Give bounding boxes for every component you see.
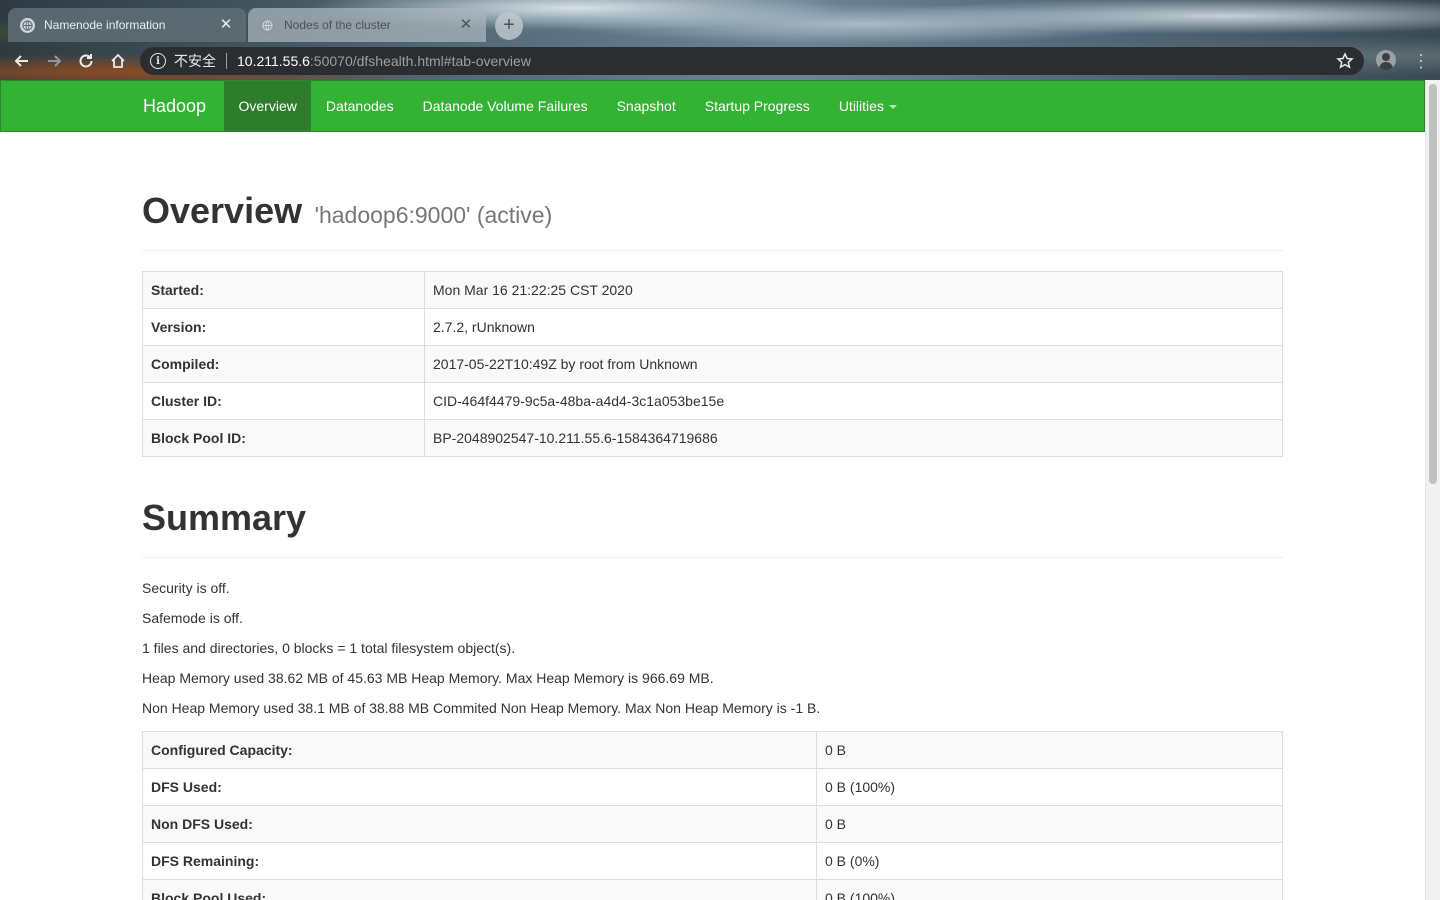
scrollbar-thumb[interactable] — [1429, 84, 1437, 484]
row-value: CID-464f4479-9c5a-48ba-a4d4-3c1a053be15e — [424, 382, 1283, 420]
url-path: :50070/dfshealth.html#tab-overview — [309, 53, 531, 69]
globe-icon — [260, 17, 275, 33]
nav-item-snapshot[interactable]: Snapshot — [602, 81, 690, 131]
nav-item-overview[interactable]: Overview — [224, 81, 312, 131]
table-row: Compiled: 2017-05-22T10:49Z by root from … — [142, 345, 1283, 383]
row-value: 0 B (100%) — [816, 879, 1283, 900]
table-row: Block Pool ID: BP-2048902547-10.211.55.6-… — [142, 419, 1283, 457]
browser-tab-nodes[interactable]: Nodes of the cluster ✕ — [248, 8, 486, 42]
row-label: Cluster ID: — [142, 382, 425, 420]
overview-table: Started: Mon Mar 16 21:22:25 CST 2020 Vers… — [142, 271, 1283, 457]
table-row: DFS Remaining: 0 B (0%) — [142, 842, 1283, 880]
reload-icon[interactable] — [75, 50, 97, 72]
page-title: Overview — [142, 190, 303, 231]
nav-item-utilities[interactable]: Utilities — [824, 81, 911, 131]
summary-line: 1 files and directories, 0 blocks = 1 to… — [142, 640, 516, 656]
browser-tab-namenode[interactable]: Namenode information ✕ — [8, 8, 246, 42]
top-navbar: Hadoop Overview Datanodes Datanode Volum… — [0, 80, 1425, 132]
table-row: Non DFS Used: 0 B — [142, 805, 1283, 843]
summary-lines: Security is off. Safemode is off. 1 files … — [142, 580, 1283, 730]
scrollbar[interactable] — [1425, 80, 1440, 900]
row-value: 2.7.2, rUnknown — [424, 308, 1283, 346]
summary-title: Summary — [142, 497, 307, 538]
home-icon[interactable] — [107, 50, 129, 72]
more-menu-icon[interactable]: ⋮ — [1412, 51, 1430, 71]
row-label: Configured Capacity: — [142, 731, 817, 769]
row-label: Started: — [142, 271, 425, 309]
table-row: Version: 2.7.2, rUnknown — [142, 308, 1283, 346]
row-value: 0 B — [816, 731, 1283, 769]
divider — [226, 53, 227, 69]
bookmark-star-icon[interactable] — [1336, 52, 1354, 70]
profile-avatar-icon[interactable] — [1376, 50, 1396, 70]
summary-line: Heap Memory used 38.62 MB of 45.63 MB He… — [142, 670, 714, 686]
row-label: Block Pool ID: — [142, 419, 425, 457]
table-row: Configured Capacity: 0 B — [142, 731, 1283, 769]
summary-line: Non Heap Memory used 38.1 MB of 38.88 MB… — [142, 700, 821, 716]
row-label: Version: — [142, 308, 425, 346]
row-label: Compiled: — [142, 345, 425, 383]
overview-header: Overview 'hadoop6:9000' (active) — [142, 190, 1283, 251]
table-row: DFS Used: 0 B (100%) — [142, 768, 1283, 806]
row-value: 2017-05-22T10:49Z by root from Unknown — [424, 345, 1283, 383]
caret-down-icon — [888, 105, 897, 110]
table-row: Block Pool Used: 0 B (100%) — [142, 879, 1283, 900]
url-host: 10.211.55.6 — [237, 53, 310, 69]
nav-item-volume-failures[interactable]: Datanode Volume Failures — [408, 81, 602, 131]
nav-item-datanodes[interactable]: Datanodes — [311, 81, 408, 131]
page-subtitle: 'hadoop6:9000' (active) — [314, 202, 553, 228]
forward-arrow-icon[interactable] — [43, 50, 65, 72]
tab-title: Namenode information — [44, 18, 166, 32]
summary-line: Safemode is off. — [142, 610, 243, 626]
info-icon[interactable]: i — [150, 53, 166, 69]
row-value: Mon Mar 16 21:22:25 CST 2020 — [424, 271, 1283, 309]
security-label: 不安全 — [174, 53, 216, 69]
close-tab-icon[interactable]: ✕ — [458, 17, 474, 33]
row-value: 0 B (100%) — [816, 768, 1283, 806]
row-label: Non DFS Used: — [142, 805, 817, 843]
new-tab-button[interactable]: + — [495, 12, 523, 40]
browser-toolbar: i 不安全 10.211.55.6 :50070/dfshealth.html#… — [0, 44, 1440, 78]
row-value: 0 B — [816, 805, 1283, 843]
summary-header: Summary — [142, 497, 1283, 558]
page-viewport: Hadoop Overview Datanodes Datanode Volum… — [0, 80, 1440, 900]
globe-icon — [20, 17, 35, 33]
tab-title: Nodes of the cluster — [284, 18, 391, 32]
table-row: Started: Mon Mar 16 21:22:25 CST 2020 — [142, 271, 1283, 309]
address-bar[interactable]: i 不安全 10.211.55.6 :50070/dfshealth.html#… — [140, 47, 1364, 75]
row-label: DFS Remaining: — [142, 842, 817, 880]
main-content: Overview 'hadoop6:9000' (active) Started… — [142, 132, 1283, 900]
row-value: 0 B (0%) — [816, 842, 1283, 880]
row-label: DFS Used: — [142, 768, 817, 806]
close-tab-icon[interactable]: ✕ — [218, 17, 234, 33]
summary-line: Security is off. — [142, 580, 230, 596]
nav-item-utilities-label: Utilities — [838, 98, 884, 114]
summary-table: Configured Capacity: 0 B DFS Used: 0 B (100… — [142, 731, 1283, 900]
row-value: BP-2048902547-10.211.55.6-1584364719686 — [424, 419, 1283, 457]
brand-link[interactable]: Hadoop — [143, 81, 206, 131]
nav-menu: Overview Datanodes Datanode Volume Failu… — [224, 81, 911, 131]
back-arrow-icon[interactable] — [11, 50, 33, 72]
table-row: Cluster ID: CID-464f4479-9c5a-48ba-a4d4-3… — [142, 382, 1283, 420]
browser-chrome: Namenode information ✕ Nodes of the clus… — [0, 0, 1440, 80]
nav-item-startup-progress[interactable]: Startup Progress — [690, 81, 824, 131]
row-label: Block Pool Used: — [142, 879, 817, 900]
